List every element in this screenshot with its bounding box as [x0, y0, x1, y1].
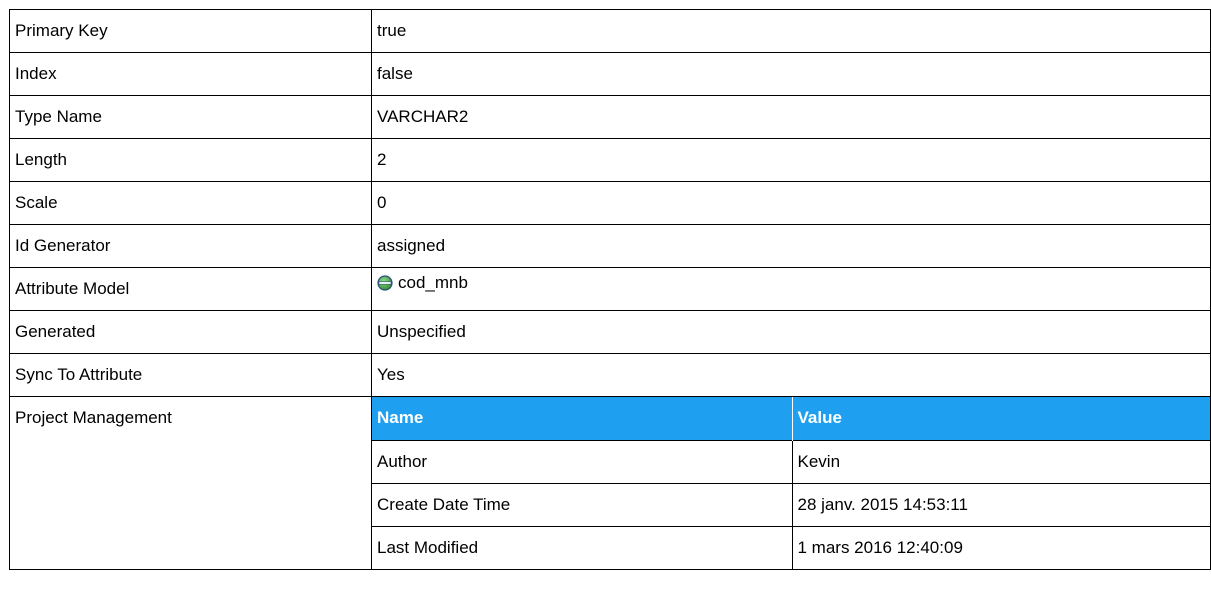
pm-value: Kevin: [792, 439, 1211, 483]
pm-name: Author: [372, 439, 793, 483]
attribute-model-name: cod_mnb: [398, 272, 468, 292]
table-row: Create Date Time 28 janv. 2015 14:53:11: [372, 482, 1211, 526]
property-value: Yes: [371, 353, 1211, 397]
table-header-row: Name Value: [372, 397, 1211, 440]
pm-value: 1 mars 2016 12:40:09: [792, 525, 1211, 569]
attribute-model-icon: [377, 274, 393, 291]
column-header-name: Name: [372, 397, 793, 440]
property-value-attribute-model: cod_mnb: [371, 267, 1211, 311]
table-row: Sync To Attribute Yes: [9, 353, 1211, 397]
property-name: Index: [9, 52, 372, 96]
table-row: Primary Key true: [9, 9, 1211, 53]
project-management-table: Name Value Author Kevin Create Date Time…: [372, 397, 1211, 569]
table-row: Length 2: [9, 138, 1211, 182]
table-row: Id Generator assigned: [9, 224, 1211, 268]
table-row: Author Kevin: [372, 439, 1211, 483]
property-value: assigned: [371, 224, 1211, 268]
property-name: Scale: [9, 181, 372, 225]
property-name: Primary Key: [9, 9, 372, 53]
property-name: Attribute Model: [9, 267, 372, 311]
pm-value: 28 janv. 2015 14:53:11: [792, 482, 1211, 526]
column-header-value: Value: [792, 397, 1211, 440]
property-name: Id Generator: [9, 224, 372, 268]
table-row: Generated Unspecified: [9, 310, 1211, 354]
property-value: false: [371, 52, 1211, 96]
property-value: 0: [371, 181, 1211, 225]
property-value: Unspecified: [371, 310, 1211, 354]
property-name: Length: [9, 138, 372, 182]
property-value: true: [371, 9, 1211, 53]
project-management-cell: Name Value Author Kevin Create Date Time…: [371, 396, 1211, 570]
table-row: Attribute Model cod_mnb: [9, 267, 1211, 311]
pm-name: Create Date Time: [372, 482, 793, 526]
table-row: Type Name VARCHAR2: [9, 95, 1211, 139]
property-value: 2: [371, 138, 1211, 182]
property-name: Type Name: [9, 95, 372, 139]
property-name: Project Management: [9, 396, 372, 570]
property-value: VARCHAR2: [371, 95, 1211, 139]
property-name: Generated: [9, 310, 372, 354]
table-row: Last Modified 1 mars 2016 12:40:09: [372, 525, 1211, 569]
table-row-project-management: Project Management Name Value Author Kev…: [9, 396, 1211, 570]
property-name: Sync To Attribute: [9, 353, 372, 397]
properties-table: Primary Key true Index false Type Name V…: [9, 9, 1211, 570]
pm-name: Last Modified: [372, 525, 793, 569]
attribute-model-link[interactable]: cod_mnb: [377, 273, 468, 293]
table-row: Index false: [9, 52, 1211, 96]
table-row: Scale 0: [9, 181, 1211, 225]
